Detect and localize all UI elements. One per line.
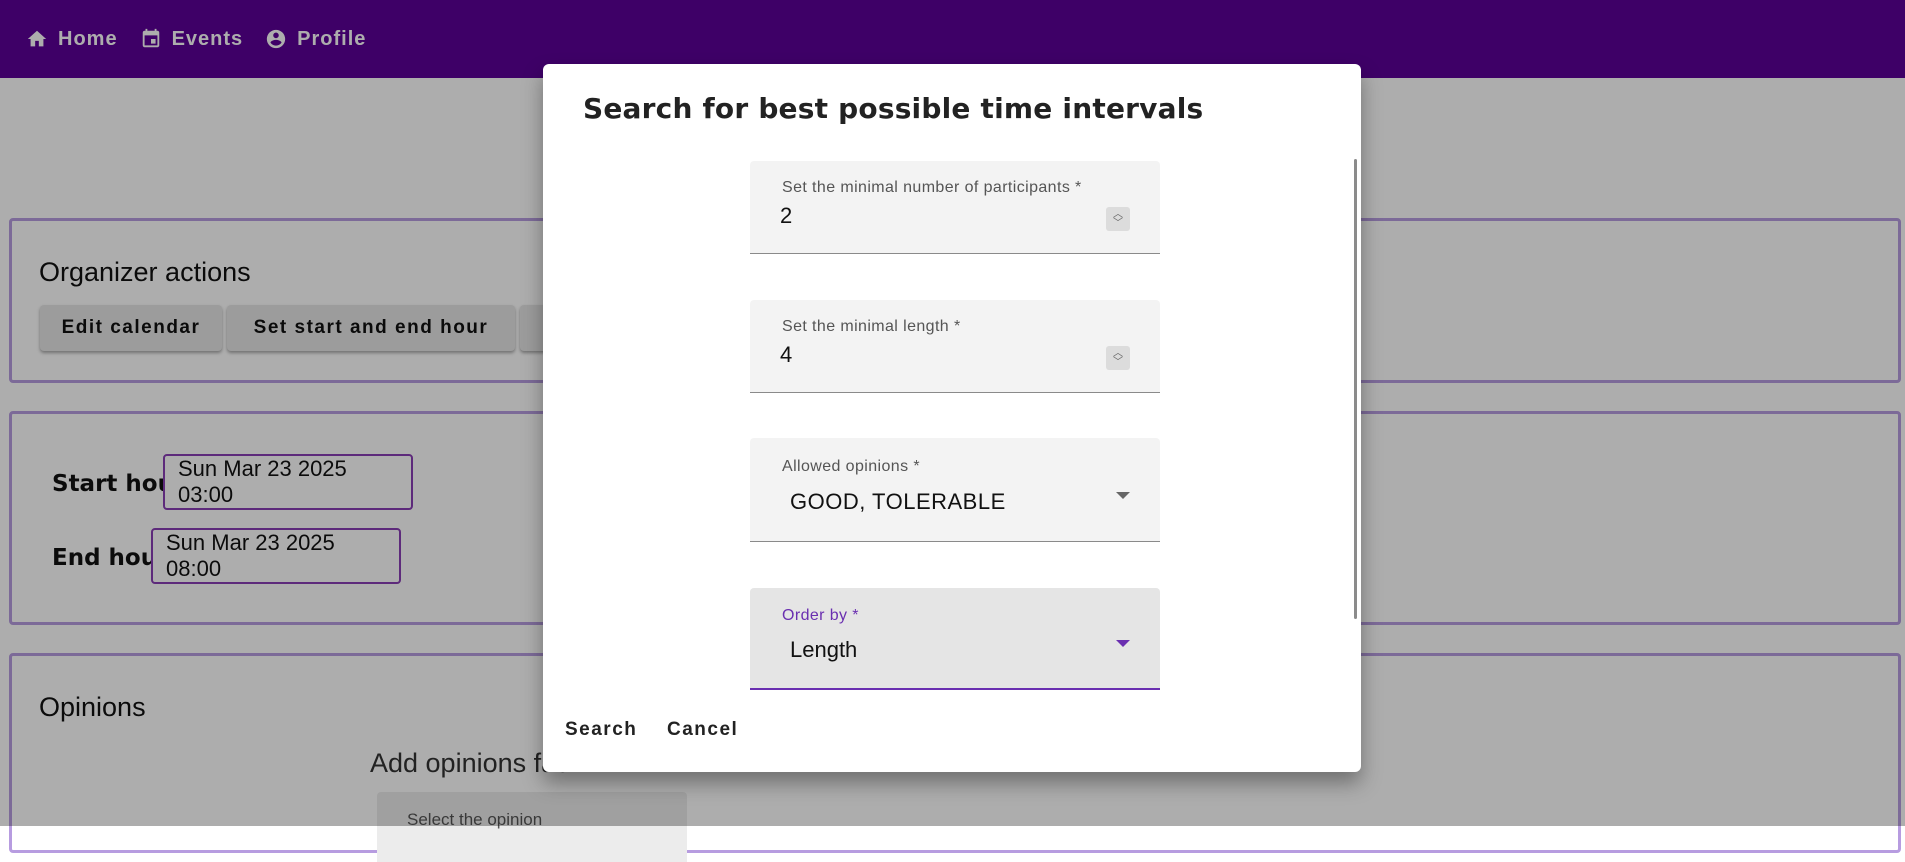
min-length-value[interactable]: 4: [780, 342, 792, 368]
dialog-scrollbar[interactable]: [1354, 159, 1357, 619]
order-by-select[interactable]: Order by * Length: [750, 588, 1160, 690]
dialog-title: Search for best possible time intervals: [583, 92, 1204, 125]
order-by-value: Length: [790, 637, 858, 662]
allowed-opinions-label: Allowed opinions *: [782, 458, 920, 475]
min-participants-stepper[interactable]: ︿ ﹀: [1106, 207, 1130, 231]
allowed-opinions-select[interactable]: Allowed opinions * GOOD, TOLERABLE: [750, 438, 1160, 542]
allowed-opinions-value: GOOD, TOLERABLE: [790, 489, 1006, 514]
min-length-label: Set the minimal length *: [782, 318, 961, 335]
order-by-label: Order by *: [782, 607, 859, 624]
min-length-field[interactable]: Set the minimal length * 4 ︿ ﹀: [750, 300, 1160, 393]
chevron-down-icon[interactable]: [1116, 640, 1130, 647]
cancel-button[interactable]: Cancel: [667, 719, 738, 741]
stepper-down-icon[interactable]: ﹀: [1113, 358, 1123, 368]
search-intervals-dialog: Search for best possible time intervals …: [543, 64, 1361, 772]
min-length-stepper[interactable]: ︿ ﹀: [1106, 346, 1130, 370]
min-participants-value[interactable]: 2: [780, 203, 792, 229]
search-button[interactable]: Search: [565, 719, 637, 741]
min-participants-field[interactable]: Set the minimal number of participants *…: [750, 161, 1160, 254]
chevron-down-icon[interactable]: [1116, 492, 1130, 499]
stepper-down-icon[interactable]: ﹀: [1113, 219, 1123, 229]
min-participants-label: Set the minimal number of participants *: [782, 179, 1082, 196]
